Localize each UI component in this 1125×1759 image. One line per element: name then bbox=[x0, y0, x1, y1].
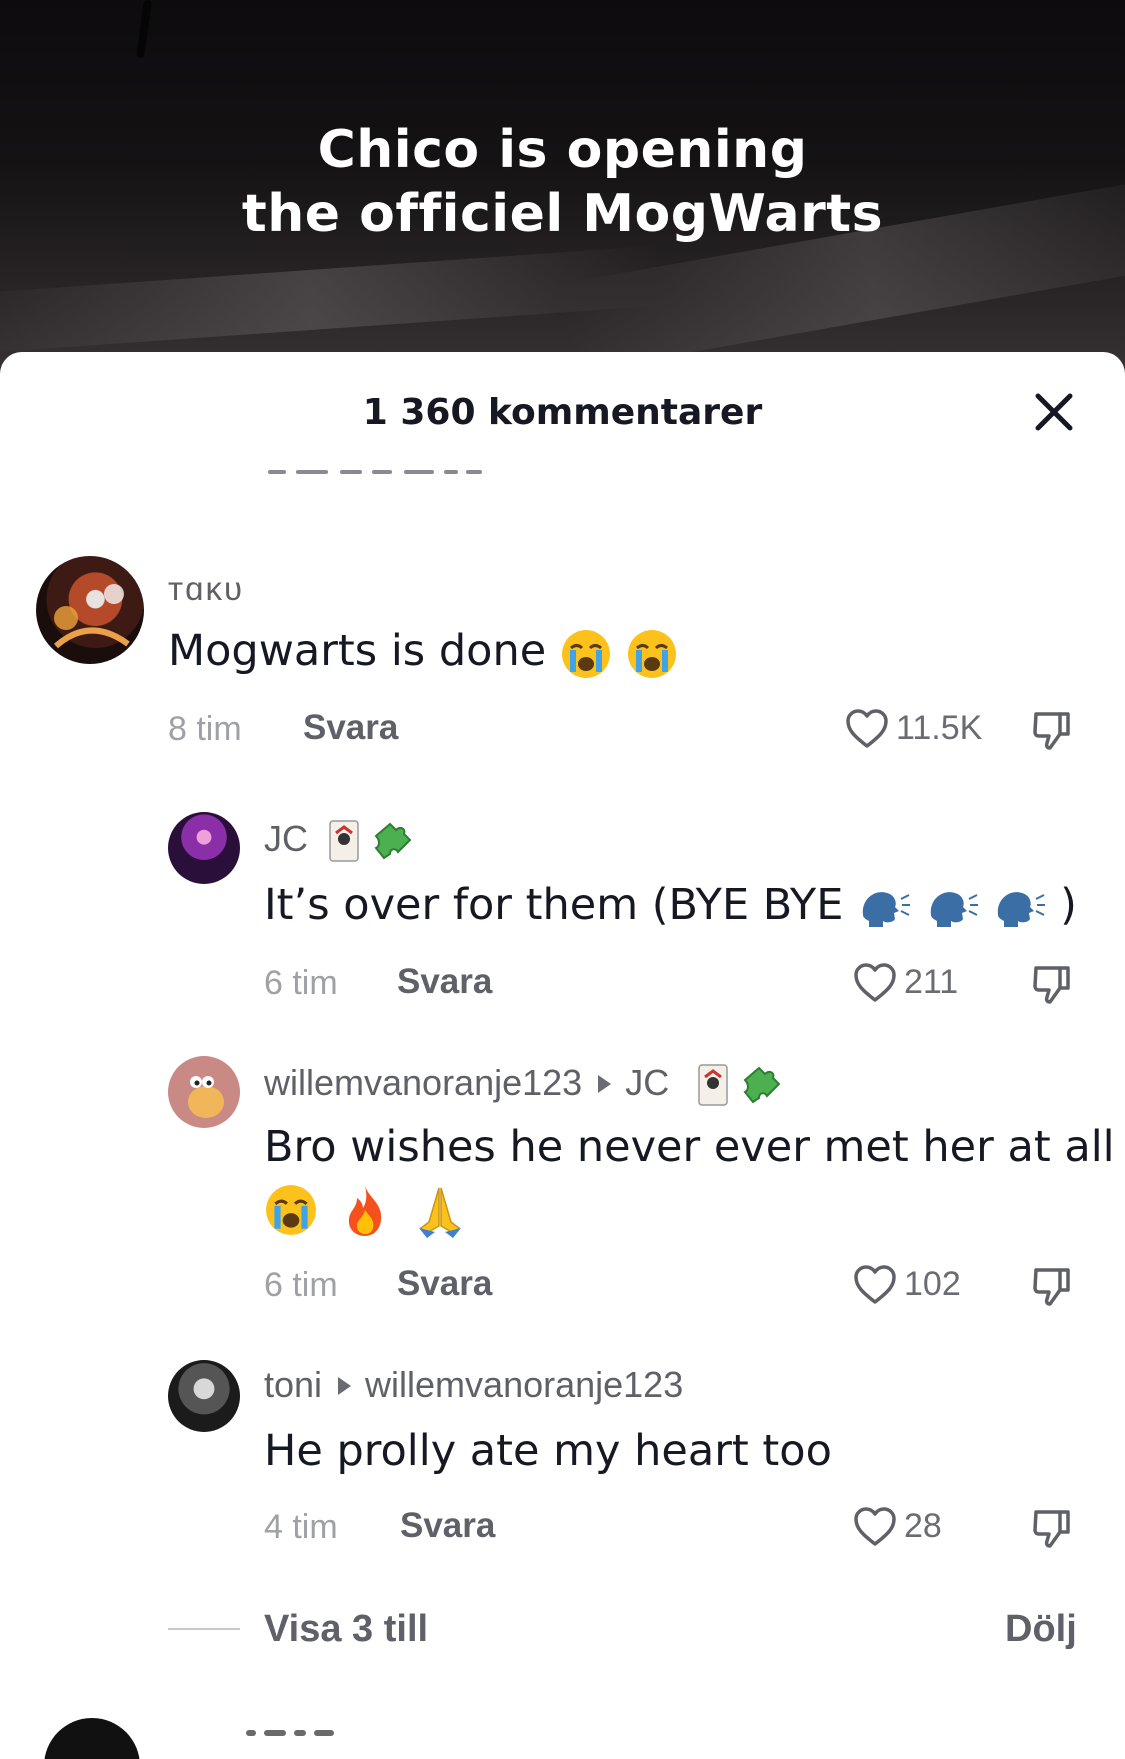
reply-arrow-icon bbox=[338, 1377, 352, 1396]
caption-line: the officiel MogWarts bbox=[241, 184, 884, 244]
reply-arrow-icon bbox=[598, 1075, 612, 1094]
comment-text-content: It’s over for them (BYE BYE bbox=[264, 880, 844, 930]
loudly-crying-face-icon bbox=[266, 1184, 316, 1235]
reply-button[interactable]: Svara bbox=[400, 1506, 495, 1546]
avatar[interactable] bbox=[36, 556, 144, 664]
comments-sheet: 1 360 kommentarer bbox=[0, 352, 1125, 1759]
clipped-username-remnant bbox=[246, 1730, 336, 1738]
avatar[interactable] bbox=[168, 1056, 240, 1128]
comment-username[interactable]: willemvanoranje123 JC bbox=[264, 1062, 787, 1108]
speaking-head-icon bbox=[930, 891, 978, 927]
video-background[interactable]: Chico is opening the officiel MogWarts bbox=[0, 0, 1125, 400]
loudly-crying-face-icon bbox=[561, 629, 610, 678]
like-button[interactable]: 28 bbox=[852, 1504, 942, 1548]
dislike-icon[interactable] bbox=[1030, 962, 1074, 1006]
comment-count-title: 1 360 kommentarer bbox=[362, 392, 763, 433]
comment-time: 6 tim bbox=[264, 964, 338, 1002]
comment-text: It’s over for them (BYE BYE ) bbox=[264, 878, 1077, 932]
reply-to-username[interactable]: JC bbox=[625, 1062, 669, 1103]
comment-time: 8 tim bbox=[168, 710, 242, 748]
comment-text: Mogwarts is done bbox=[168, 624, 678, 680]
reply-button[interactable]: Svara bbox=[303, 708, 398, 748]
video-caption: Chico is opening the officiel MogWarts bbox=[0, 118, 1125, 246]
fire-icon bbox=[348, 1185, 381, 1236]
comment-text-suffix: ) bbox=[1060, 880, 1077, 930]
heart-icon bbox=[854, 1265, 896, 1304]
like-button[interactable]: 11.5K bbox=[844, 706, 982, 750]
comment-text: He prolly ate my heart too bbox=[264, 1424, 832, 1478]
comment-text-content: He prolly ate my heart too bbox=[264, 1426, 832, 1476]
replies-footer: Visa 3 till Dölj bbox=[0, 1600, 1125, 1660]
sheet-header: 1 360 kommentarer bbox=[0, 352, 1125, 474]
loudly-crying-face-icon bbox=[627, 629, 676, 678]
heart-icon bbox=[846, 709, 888, 748]
like-count: 102 bbox=[904, 1264, 961, 1303]
like-button[interactable]: 211 bbox=[852, 960, 958, 1004]
username-text: JC bbox=[264, 818, 308, 859]
heart-icon bbox=[854, 1507, 896, 1546]
comment-username[interactable]: toni willemvanoranje123 bbox=[264, 1364, 683, 1406]
comment-text-emojis bbox=[264, 1180, 469, 1238]
avatar[interactable] bbox=[168, 812, 240, 884]
username-text: willemvanoranje123 bbox=[264, 1062, 583, 1103]
username-text: toni bbox=[264, 1364, 323, 1405]
speaking-head-icon bbox=[862, 891, 911, 927]
comment-text-content: Mogwarts is done bbox=[168, 626, 547, 676]
show-more-replies-button[interactable]: Visa 3 till bbox=[264, 1608, 428, 1651]
comment-time: 4 tim bbox=[264, 1508, 338, 1546]
like-count: 211 bbox=[904, 962, 959, 1001]
reply-button[interactable]: Svara bbox=[397, 1264, 492, 1304]
hide-replies-button[interactable]: Dölj bbox=[1005, 1608, 1077, 1651]
joker-card-icon bbox=[329, 820, 359, 863]
dislike-icon[interactable] bbox=[1030, 1264, 1074, 1308]
dislike-icon[interactable] bbox=[1030, 708, 1074, 752]
speaking-head-icon bbox=[998, 891, 1046, 927]
folded-hands-icon bbox=[419, 1187, 462, 1238]
comment-text-content: Bro wishes he never ever met her at all bbox=[264, 1122, 1115, 1172]
like-count: 11.5K bbox=[896, 708, 983, 747]
dislike-icon[interactable] bbox=[1030, 1506, 1074, 1550]
comment-username[interactable]: JC bbox=[264, 818, 418, 864]
like-button[interactable]: 102 bbox=[852, 1262, 961, 1306]
divider bbox=[168, 1628, 240, 1630]
reply-button[interactable]: Svara bbox=[397, 962, 492, 1002]
joker-card-icon bbox=[698, 1064, 728, 1107]
like-count: 28 bbox=[904, 1506, 942, 1545]
heart-icon bbox=[854, 963, 896, 1002]
comment-text: Bro wishes he never ever met her at all bbox=[264, 1120, 1115, 1174]
reply-to-username[interactable]: willemvanoranje123 bbox=[365, 1364, 683, 1405]
comment-username[interactable]: ᴛɑκᴜ bbox=[168, 570, 244, 608]
puzzle-piece-icon bbox=[743, 1067, 781, 1104]
clipped-text-remnant bbox=[268, 466, 484, 476]
comment-time: 6 tim bbox=[264, 1266, 338, 1304]
video-object bbox=[136, 0, 152, 59]
close-icon[interactable] bbox=[1030, 388, 1078, 436]
avatar[interactable] bbox=[168, 1360, 240, 1432]
caption-line: Chico is opening bbox=[317, 120, 808, 180]
puzzle-piece-icon bbox=[374, 823, 412, 860]
